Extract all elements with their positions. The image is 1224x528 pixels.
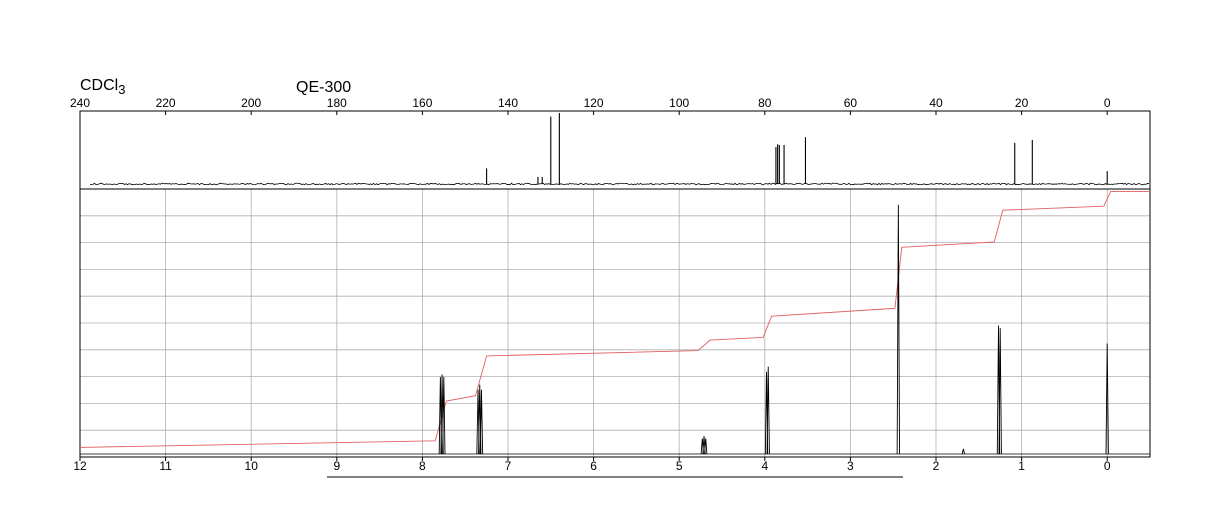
- h1-peak-11: [896, 204, 900, 455]
- h1-panel: 12 11 10 9 8 7 6 5 4 3 2 1 0: [73, 188, 1151, 473]
- h1-peak-5: [479, 389, 484, 455]
- c13-peaks: [486, 113, 1108, 184]
- h1-peaks: [438, 204, 1109, 455]
- h1-tick-label-11: 1: [1018, 459, 1025, 473]
- h1-tick-label-8: 4: [761, 459, 768, 473]
- h1-tick-label-1: 11: [159, 459, 172, 473]
- c13-tick-label-8: 80: [758, 96, 772, 110]
- c13-tick-label-6: 120: [584, 96, 604, 110]
- h1-tick-label-0: 12: [73, 459, 87, 473]
- h1-peak-12: [961, 448, 966, 455]
- h1-integral-curve: [79, 191, 1150, 448]
- c13-tick-label-11: 20: [1015, 96, 1029, 110]
- c13-baseline: [89, 182, 1150, 186]
- h1-tick-label-9: 3: [847, 459, 854, 473]
- h1-axis: 12 11 10 9 8 7 6 5 4 3 2 1 0: [73, 457, 1111, 473]
- h1-tick-label-4: 8: [419, 459, 426, 473]
- h1-peak-10: [766, 366, 770, 455]
- c13-tick-label-0: 240: [70, 96, 90, 110]
- h1-tick-label-10: 2: [933, 459, 940, 473]
- h1-tick-label-12: 0: [1104, 459, 1111, 473]
- c13-tick-label-10: 40: [929, 96, 943, 110]
- h1-tick-label-6: 6: [590, 459, 597, 473]
- h1-tick-label-5: 7: [505, 459, 512, 473]
- c13-tick-label-12: 0: [1104, 96, 1111, 110]
- h1-tick-label-3: 9: [333, 459, 340, 473]
- h1-peak-2: [442, 376, 446, 455]
- c13-axis: 240 220 200 180 160 140 120 100 80 60 40 20 0: [70, 96, 1111, 115]
- h1-peak-14: [998, 328, 1002, 455]
- h1-grid: [79, 189, 1150, 457]
- c13-tick-label-7: 100: [669, 96, 689, 110]
- c13-tick-label-9: 60: [844, 96, 858, 110]
- c13-tick-label-4: 160: [412, 96, 432, 110]
- c13-tick-label-1: 220: [156, 96, 176, 110]
- h1-tick-label-2: 10: [245, 459, 259, 473]
- c13-plot-frame: [79, 110, 1151, 190]
- h1-peak-8: [704, 438, 708, 455]
- c13-tick-label-2: 200: [241, 96, 261, 110]
- c13-tick-label-3: 180: [327, 96, 347, 110]
- c13-panel: 240 220 200 180 160 140 120 100 80 60 40 20 0: [70, 96, 1151, 190]
- h1-tick-label-7: 5: [676, 459, 683, 473]
- nmr-spectra: 240 220 200 180 160 140 120 100 80 60 40 20 0 12 11 10…: [70, 96, 1151, 478]
- c13-tick-label-5: 140: [498, 96, 518, 110]
